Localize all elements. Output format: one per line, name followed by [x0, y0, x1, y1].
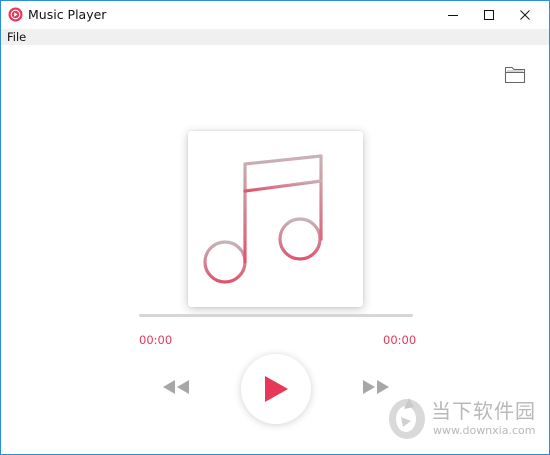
progress-bar[interactable]	[139, 314, 413, 317]
menu-bar: File	[1, 29, 549, 45]
maximize-button[interactable]	[471, 1, 507, 29]
previous-button[interactable]	[159, 376, 193, 398]
close-button[interactable]	[507, 1, 543, 29]
open-folder-button[interactable]	[503, 62, 527, 86]
music-note-icon	[203, 154, 323, 284]
minimize-icon	[448, 15, 458, 16]
menu-file[interactable]: File	[7, 30, 26, 44]
close-icon	[520, 10, 530, 20]
rewind-icon	[163, 380, 189, 394]
minimize-button[interactable]	[435, 1, 471, 29]
watermark-logo-icon	[389, 398, 425, 439]
play-button[interactable]	[241, 354, 311, 424]
maximize-icon	[484, 10, 494, 20]
watermark: 当下软件园 www.downxia.com	[387, 395, 547, 443]
total-time: 00:00	[383, 333, 417, 347]
fast-forward-icon	[363, 380, 389, 394]
folder-open-icon	[504, 66, 526, 84]
music-player-window: Music Player File 00:00 00:00 当下软件园 www.…	[0, 0, 550, 455]
watermark-brand: 当下软件园	[431, 399, 536, 423]
album-art	[188, 131, 363, 307]
window-title: Music Player	[28, 7, 107, 22]
current-time: 00:00	[139, 333, 173, 347]
app-logo-icon	[8, 7, 23, 22]
watermark-url: www.downxia.com	[433, 424, 536, 437]
play-icon	[265, 376, 288, 402]
title-bar[interactable]: Music Player	[1, 1, 549, 29]
